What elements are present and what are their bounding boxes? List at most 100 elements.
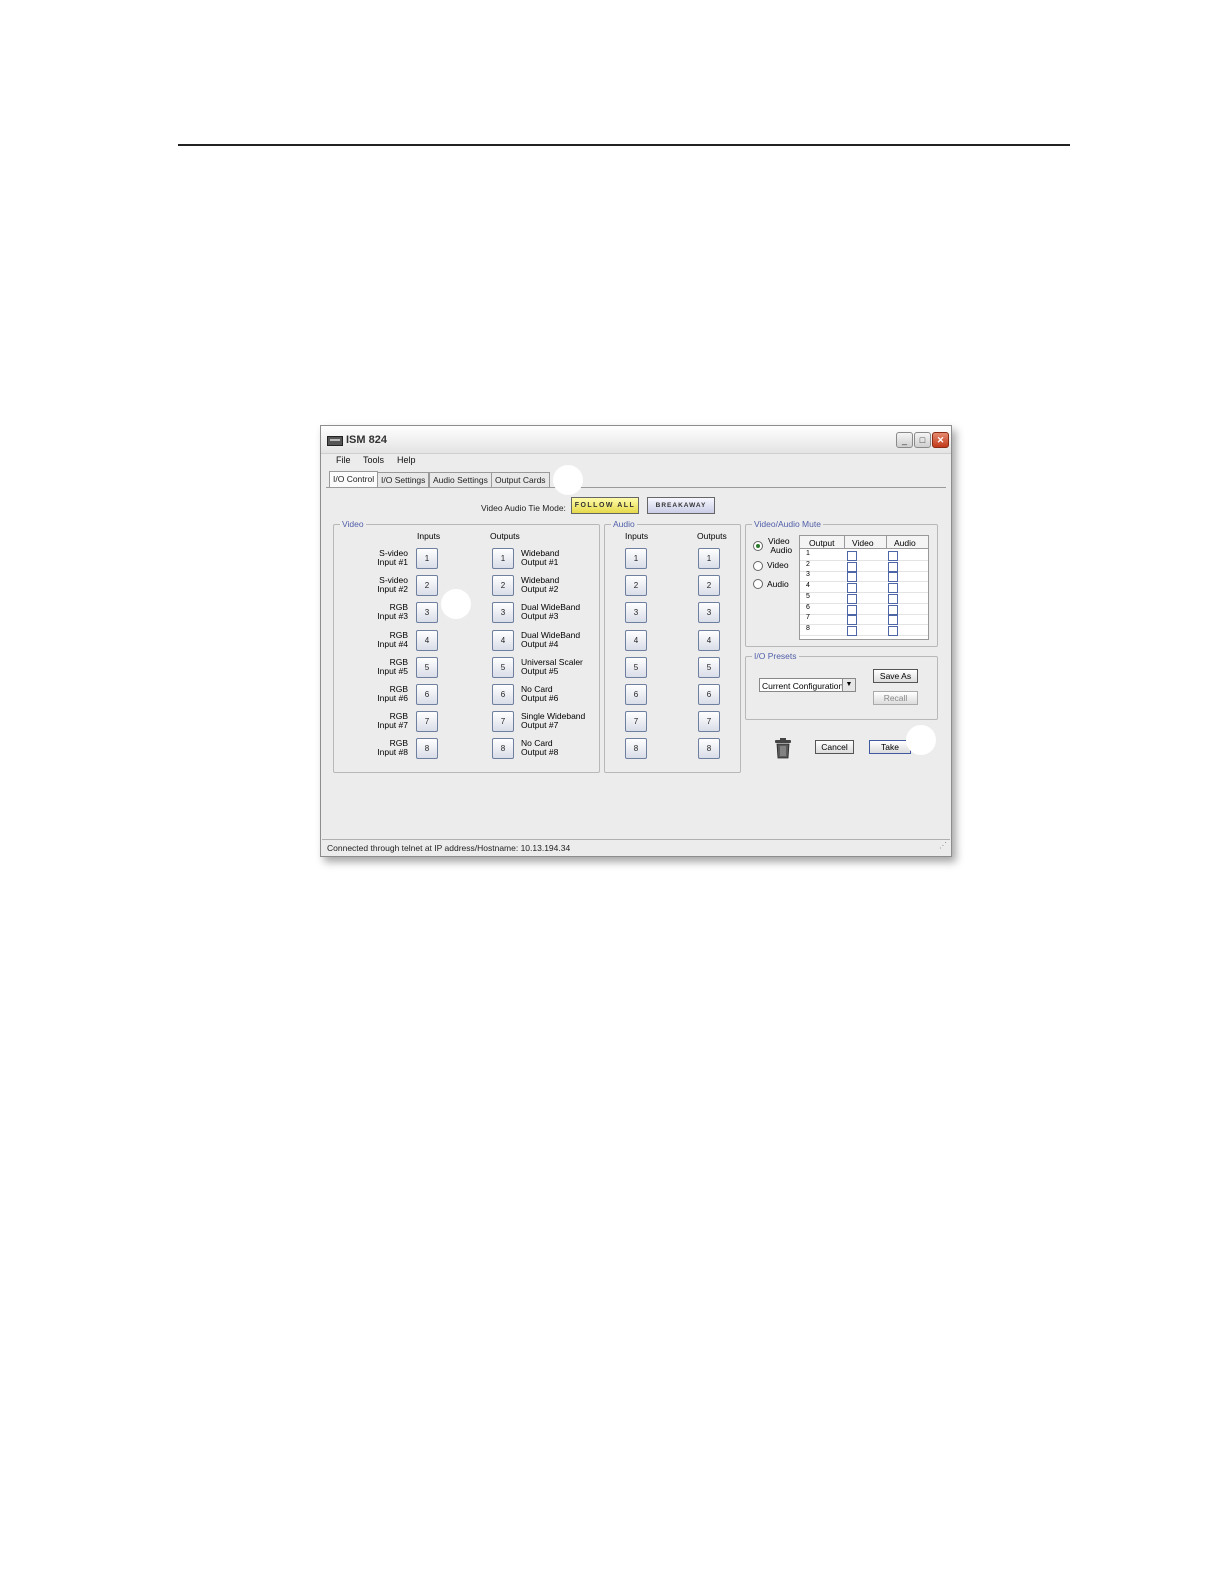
video-input-button-7[interactable]: 7 [416,711,438,732]
callout-marker [553,465,583,495]
mute-video-checkbox-2[interactable] [847,561,857,572]
audio-input-button-5[interactable]: 5 [625,657,647,678]
audio-input-button-8[interactable]: 8 [625,738,647,759]
mute-audio-checkbox-2[interactable] [888,561,898,572]
mute-row-output: 5 [806,592,810,600]
mute-audio-checkbox-3[interactable] [888,572,898,583]
video-input-label: RGB Input #4 [377,630,408,649]
mute-video-checkbox-7[interactable] [847,615,857,626]
menu-tools[interactable]: Tools [363,455,384,465]
status-bar: Connected through telnet at IP address/H… [322,839,950,856]
audio-output-button-8[interactable]: 8 [698,738,720,759]
audio-input-button-4[interactable]: 4 [625,630,647,651]
audio-output-button-4[interactable]: 4 [698,630,720,651]
window-title: ISM 824 [346,434,387,446]
audio-input-button-3[interactable]: 3 [625,602,647,623]
mute-video-checkbox-6[interactable] [847,604,857,615]
mute-col-output: Output [809,538,835,548]
mute-radio-audio[interactable] [753,579,763,589]
trash-icon[interactable] [773,737,793,759]
video-input-label: RGB Input #5 [377,657,408,676]
audio-output-button-7[interactable]: 7 [698,711,720,732]
audio-inputs-header: Inputs [625,531,649,541]
mute-video-checkbox-5[interactable] [847,593,857,604]
tab-io-control[interactable]: I/O Control [329,471,379,488]
chevron-down-icon[interactable]: ▼ [842,679,855,691]
mute-table: Output Video Audio 1 2 3 4 5 6 7 8 [799,535,929,640]
menu-help[interactable]: Help [397,455,416,465]
video-input-button-5[interactable]: 5 [416,657,438,678]
mute-video-checkbox-3[interactable] [847,572,857,583]
tab-io-settings[interactable]: I/O Settings [377,472,430,487]
audio-input-button-2[interactable]: 2 [625,575,647,596]
menu-file[interactable]: File [336,455,351,465]
mute-col-audio: Audio [894,538,916,548]
video-output-label: No Card Output #6 [521,684,559,703]
video-input-label: S-video Input #1 [377,548,408,567]
callout-marker [906,725,936,755]
audio-input-button-7[interactable]: 7 [625,711,647,732]
video-input-label: RGB Input #7 [377,711,408,730]
mute-audio-checkbox-8[interactable] [888,625,898,636]
video-output-button-7[interactable]: 7 [492,711,514,732]
video-group-title: Video [340,519,366,529]
maximize-button[interactable]: □ [914,432,931,448]
mute-col-video: Video [852,538,874,548]
tab-audio-settings[interactable]: Audio Settings [429,472,492,487]
mute-radio-video-audio[interactable] [753,541,763,551]
mute-video-checkbox-4[interactable] [847,583,857,594]
page-rule [178,144,1070,146]
title-bar[interactable]: ISM 824 _ □ ✕ [321,426,951,454]
mute-video-checkbox-8[interactable] [847,625,857,636]
video-output-label: Single Wideband Output #7 [521,711,586,730]
mute-audio-checkbox-5[interactable] [888,593,898,604]
video-output-button-1[interactable]: 1 [492,548,514,569]
video-output-label: Universal Scaler Output #5 [521,657,583,676]
video-input-button-6[interactable]: 6 [416,684,438,705]
mute-table-header: Output Video Audio [800,536,928,549]
video-output-button-4[interactable]: 4 [492,630,514,651]
mute-audio-checkbox-6[interactable] [888,604,898,615]
audio-group-title: Audio [611,519,637,529]
audio-input-button-6[interactable]: 6 [625,684,647,705]
take-button[interactable]: Take [869,740,911,754]
follow-all-button[interactable]: FOLLOW ALL [571,497,639,514]
video-output-button-3[interactable]: 3 [492,602,514,623]
video-inputs-header: Inputs [417,531,441,541]
preset-select[interactable]: Current Configuration ▼ [759,678,856,692]
mute-audio-checkbox-4[interactable] [888,583,898,594]
video-input-label: RGB Input #3 [377,602,408,621]
mute-row-output: 7 [806,614,810,622]
resize-grip-icon[interactable]: ⋰ [939,838,947,854]
video-output-button-5[interactable]: 5 [492,657,514,678]
cancel-button[interactable]: Cancel [815,740,854,754]
mute-option-label: Audio [767,579,789,589]
video-input-button-1[interactable]: 1 [416,548,438,569]
video-output-button-8[interactable]: 8 [492,738,514,759]
video-output-button-2[interactable]: 2 [492,575,514,596]
audio-output-button-6[interactable]: 6 [698,684,720,705]
video-output-button-6[interactable]: 6 [492,684,514,705]
tab-output-cards[interactable]: Output Cards [491,472,550,487]
minimize-button[interactable]: _ [896,432,913,448]
video-input-button-3[interactable]: 3 [416,602,438,623]
audio-input-button-1[interactable]: 1 [625,548,647,569]
video-input-button-8[interactable]: 8 [416,738,438,759]
audio-output-button-3[interactable]: 3 [698,602,720,623]
menu-bar: File Tools Help [321,453,951,468]
mute-audio-checkbox-7[interactable] [888,615,898,626]
close-button[interactable]: ✕ [932,432,949,448]
mute-audio-checkbox-1[interactable] [888,551,898,561]
video-input-button-2[interactable]: 2 [416,575,438,596]
mute-radio-video[interactable] [753,561,763,571]
video-output-label: Dual WideBand Output #3 [521,602,581,621]
save-as-button[interactable]: Save As [873,669,918,683]
audio-output-button-1[interactable]: 1 [698,548,720,569]
mute-video-checkbox-1[interactable] [847,551,857,561]
audio-output-button-2[interactable]: 2 [698,575,720,596]
breakaway-button[interactable]: BREAKAWAY [647,497,715,514]
recall-button[interactable]: Recall [873,691,918,705]
audio-output-button-5[interactable]: 5 [698,657,720,678]
video-output-label: Wideband Output #1 [521,548,560,567]
video-input-button-4[interactable]: 4 [416,630,438,651]
